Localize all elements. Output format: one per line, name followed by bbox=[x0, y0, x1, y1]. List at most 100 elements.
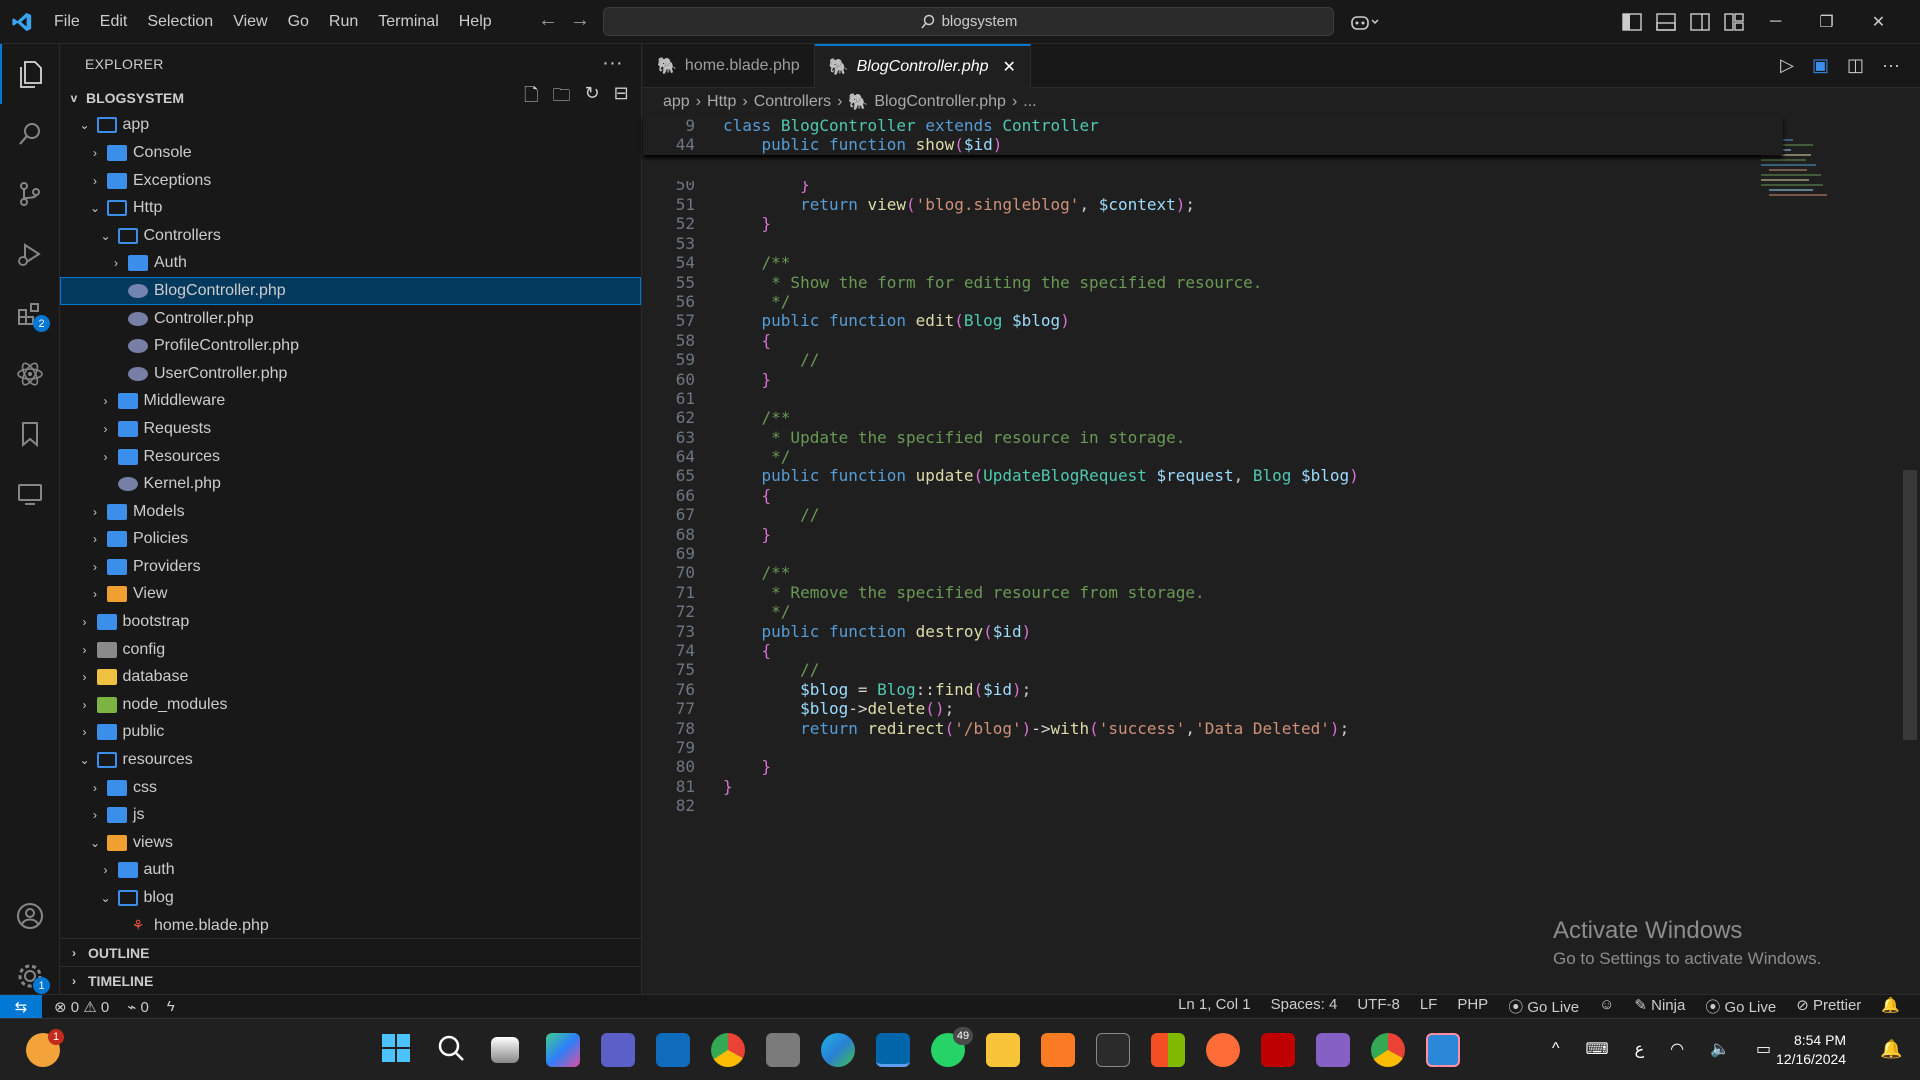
battery-icon[interactable]: ▭ bbox=[1756, 1039, 1771, 1059]
code-line[interactable]: 61 bbox=[643, 389, 1783, 408]
code-line[interactable]: 55 * Show the form for editing the speci… bbox=[643, 273, 1783, 292]
code-line[interactable]: 70 /** bbox=[643, 563, 1783, 582]
code-line[interactable]: 57 public function edit(Blog $blog) bbox=[643, 311, 1783, 330]
notification-icon[interactable]: 🔔 bbox=[1880, 1039, 1902, 1060]
go-live-button[interactable]: ⦿ Go Live bbox=[1508, 996, 1579, 1017]
code-line[interactable]: 52 } bbox=[643, 214, 1783, 233]
close-window-icon[interactable]: ✕ bbox=[1872, 12, 1885, 32]
tree-folder[interactable]: › node_modules bbox=[60, 691, 641, 719]
language-mode[interactable]: PHP bbox=[1457, 996, 1488, 1017]
winrar-icon[interactable] bbox=[1151, 1033, 1185, 1067]
search-icon[interactable] bbox=[0, 104, 60, 164]
timeline-section[interactable]: › TIMELINE bbox=[60, 966, 641, 994]
code-line[interactable]: 51 return view('blog.singleblog', $conte… bbox=[643, 195, 1783, 214]
clock[interactable]: 8:54 PM 12/16/2024 bbox=[1776, 1031, 1846, 1069]
source-control-icon[interactable] bbox=[0, 164, 60, 224]
split-editor-icon[interactable]: ◫ bbox=[1847, 55, 1864, 76]
menu-help[interactable]: Help bbox=[449, 0, 502, 44]
tree-folder[interactable]: › config bbox=[60, 636, 641, 664]
tab-blog-controller[interactable]: 🐘 BlogController.php ✕ bbox=[814, 44, 1031, 88]
customize-layout-icon[interactable] bbox=[1724, 13, 1744, 31]
filezilla-icon[interactable] bbox=[1261, 1033, 1295, 1067]
calculator-icon[interactable] bbox=[766, 1033, 800, 1067]
ninja-button[interactable]: ✎ Ninja bbox=[1634, 996, 1685, 1017]
code-line[interactable]: 76 $blog = Blog::find($id); bbox=[643, 680, 1783, 699]
new-folder-icon[interactable]: 🗀 bbox=[552, 83, 570, 113]
minimize-icon[interactable]: ─ bbox=[1770, 13, 1781, 31]
code-line[interactable]: 78 return redirect('/blog')->with('succe… bbox=[643, 719, 1783, 738]
lightning-icon[interactable]: ϟ bbox=[167, 998, 175, 1015]
postman-icon[interactable] bbox=[1206, 1033, 1240, 1067]
code-line[interactable]: 54 /** bbox=[643, 253, 1783, 272]
menu-edit[interactable]: Edit bbox=[90, 0, 138, 44]
tree-folder[interactable]: ⌄ resources bbox=[60, 746, 641, 774]
more-actions-icon[interactable]: ··· bbox=[602, 52, 623, 75]
code-line[interactable]: 64 */ bbox=[643, 447, 1783, 466]
more-actions-icon[interactable]: ··· bbox=[1882, 55, 1900, 76]
remote-explorer-icon[interactable] bbox=[0, 464, 60, 524]
code-line[interactable]: 58 { bbox=[643, 331, 1783, 350]
command-center-search[interactable]: blogsystem bbox=[603, 7, 1334, 36]
tree-file[interactable]: UserController.php bbox=[60, 360, 641, 388]
explorer-icon[interactable] bbox=[0, 44, 60, 104]
prettier-button[interactable]: ⊘ Prettier bbox=[1796, 996, 1861, 1017]
tree-folder[interactable]: › Auth bbox=[60, 250, 641, 278]
indentation[interactable]: Spaces: 4 bbox=[1271, 996, 1338, 1017]
weather-icon[interactable]: 1 bbox=[26, 1029, 64, 1067]
code-line[interactable]: 80 } bbox=[643, 757, 1783, 776]
tree-folder[interactable]: › Providers bbox=[60, 553, 641, 581]
tree-folder[interactable]: › auth bbox=[60, 857, 641, 885]
tree-folder[interactable]: › public bbox=[60, 719, 641, 747]
tree-file[interactable]: ⚘ home.blade.php bbox=[60, 912, 641, 940]
back-arrow-icon[interactable]: ← bbox=[530, 9, 566, 32]
xampp-icon[interactable] bbox=[1041, 1033, 1075, 1067]
open-preview-icon[interactable]: ▣ bbox=[1812, 55, 1829, 76]
code-line[interactable]: 74 { bbox=[643, 641, 1783, 660]
tree-folder[interactable]: › Models bbox=[60, 498, 641, 526]
extensions-icon[interactable]: 2 bbox=[0, 284, 60, 344]
run-icon[interactable]: ▷ bbox=[1780, 55, 1794, 76]
wifi-icon[interactable]: ◠ bbox=[1670, 1039, 1684, 1059]
tree-folder[interactable]: › View bbox=[60, 581, 641, 609]
code-line[interactable]: 9 class BlogController extends Controller bbox=[643, 116, 1783, 135]
breadcrumb-item[interactable]: BlogController.php bbox=[874, 93, 1006, 111]
forward-arrow-icon[interactable]: → bbox=[562, 9, 598, 32]
copilot-app-icon[interactable] bbox=[546, 1033, 580, 1067]
code-line[interactable]: 68 } bbox=[643, 525, 1783, 544]
code-line[interactable]: 75 // bbox=[643, 660, 1783, 679]
tree-folder[interactable]: › Exceptions bbox=[60, 167, 641, 195]
chrome-icon-2[interactable] bbox=[1371, 1033, 1405, 1067]
chrome-icon[interactable] bbox=[711, 1033, 745, 1067]
visual-studio-icon[interactable] bbox=[1316, 1033, 1350, 1067]
sticky-scroll[interactable]: 9 class BlogController extends Controller… bbox=[643, 116, 1783, 155]
terminal-icon[interactable] bbox=[1096, 1033, 1130, 1067]
code-line[interactable]: 56 */ bbox=[643, 292, 1783, 311]
breadcrumb-item[interactable]: Controllers bbox=[754, 93, 831, 111]
paint-icon[interactable] bbox=[1426, 1033, 1460, 1067]
tree-folder[interactable]: › Policies bbox=[60, 526, 641, 554]
tree-folder[interactable]: › js bbox=[60, 801, 641, 829]
tree-folder[interactable]: › bootstrap bbox=[60, 608, 641, 636]
line-ending[interactable]: LF bbox=[1420, 996, 1438, 1017]
collapse-all-icon[interactable]: ⊟ bbox=[614, 83, 629, 113]
task-view-icon[interactable] bbox=[491, 1037, 519, 1063]
teams-icon[interactable] bbox=[601, 1033, 635, 1067]
tree-folder[interactable]: › Middleware bbox=[60, 388, 641, 416]
code-line[interactable]: 60 } bbox=[643, 370, 1783, 389]
code-line[interactable]: 59 // bbox=[643, 350, 1783, 369]
code-editor[interactable]: 50 } 51 return view('blog.singleblog', $… bbox=[643, 181, 1783, 816]
tab-home-blade[interactable]: 🐘 home.blade.php bbox=[643, 44, 815, 88]
menu-terminal[interactable]: Terminal bbox=[368, 0, 448, 44]
breadcrumb-item[interactable]: app bbox=[663, 93, 690, 111]
code-line[interactable]: 71 * Remove the specified resource from … bbox=[643, 583, 1783, 602]
workspace-root[interactable]: v BLOGSYSTEM 🗋 🗀 ↻ ⊟ bbox=[60, 83, 641, 113]
code-line[interactable]: 82 bbox=[643, 796, 1783, 815]
code-line[interactable]: 81} bbox=[643, 777, 1783, 796]
react-icon[interactable] bbox=[0, 344, 60, 404]
accounts-icon[interactable] bbox=[0, 886, 60, 946]
code-line[interactable]: 69 bbox=[643, 544, 1783, 563]
file-explorer-icon[interactable] bbox=[986, 1033, 1020, 1067]
input-language[interactable]: ع bbox=[1635, 1039, 1645, 1059]
restore-icon[interactable]: ❐ bbox=[1819, 12, 1833, 32]
whatsapp-icon[interactable]: 49 bbox=[931, 1027, 973, 1067]
